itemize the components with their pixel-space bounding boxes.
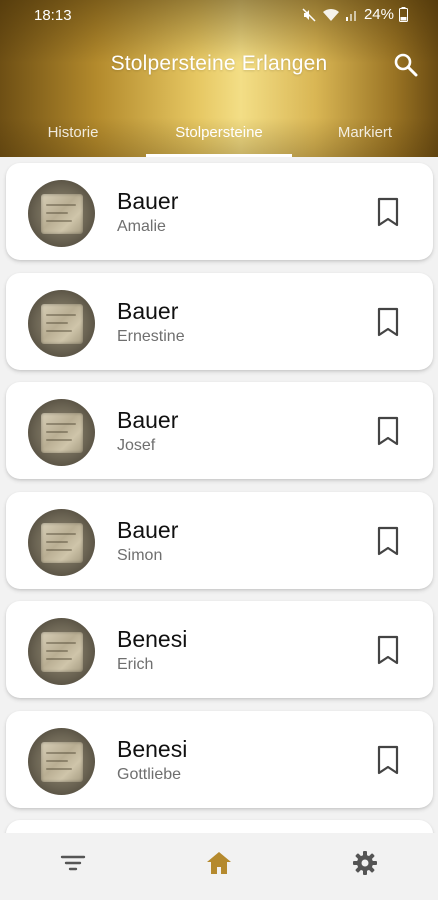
- bookmark-icon: [373, 416, 403, 451]
- list-item[interactable]: Bauer Amalie: [6, 163, 433, 260]
- tab-markiert[interactable]: Markiert: [292, 108, 438, 157]
- last-name: Benesi: [117, 626, 188, 652]
- first-name: Josef: [117, 437, 156, 454]
- tab-stolpersteine[interactable]: Stolpersteine: [146, 108, 292, 157]
- last-name: Bauer: [117, 188, 179, 214]
- bookmark-button[interactable]: [373, 196, 403, 228]
- tab-bar: Historie Stolpersteine Markiert: [0, 108, 438, 157]
- stone-photo: [28, 509, 95, 576]
- list-item[interactable]: Bauer Ernestine: [6, 273, 433, 370]
- stone-photo: [28, 180, 95, 247]
- list-item-partial[interactable]: [6, 820, 433, 833]
- bookmark-button[interactable]: [373, 415, 403, 447]
- wifi-icon: [322, 7, 340, 23]
- search-button[interactable]: [390, 49, 422, 81]
- search-icon: [390, 53, 422, 85]
- filter-button[interactable]: [51, 845, 95, 885]
- filter-icon: [60, 853, 86, 878]
- last-name: Bauer: [117, 407, 179, 433]
- list-item[interactable]: Benesi Gottliebe: [6, 711, 433, 808]
- first-name: Ernestine: [117, 328, 185, 345]
- settings-icon: [351, 849, 379, 882]
- last-name: Bauer: [117, 298, 179, 324]
- first-name: Gottliebe: [117, 766, 182, 783]
- battery-icon: [399, 7, 408, 22]
- stone-photo: [28, 728, 95, 795]
- list-item[interactable]: Benesi Erich: [6, 601, 433, 698]
- bookmark-button[interactable]: [373, 744, 403, 776]
- first-name: Amalie: [117, 218, 166, 235]
- bookmark-icon: [373, 745, 403, 780]
- bookmark-button[interactable]: [373, 525, 403, 557]
- stolpersteine-list[interactable]: Bauer Amalie Bauer Ernestine Bauer Josef…: [0, 157, 438, 833]
- bookmark-icon: [373, 307, 403, 342]
- list-item[interactable]: Bauer Simon: [6, 492, 433, 589]
- stone-photo: [28, 618, 95, 685]
- bookmark-icon: [373, 635, 403, 670]
- bottom-navigation: [0, 833, 438, 900]
- last-name: Benesi: [117, 736, 188, 762]
- list-item[interactable]: Bauer Josef: [6, 382, 433, 479]
- bookmark-icon: [373, 197, 403, 232]
- bookmark-icon: [373, 526, 403, 561]
- mute-icon: [301, 7, 317, 23]
- bookmark-button[interactable]: [373, 634, 403, 666]
- status-icons: 24%: [301, 6, 408, 23]
- signal-icon: [345, 8, 359, 22]
- first-name: Erich: [117, 656, 154, 673]
- tab-indicator: [146, 154, 292, 157]
- last-name: Bauer: [117, 517, 179, 543]
- stone-photo: [28, 290, 95, 357]
- settings-button[interactable]: [343, 845, 387, 885]
- home-icon: [205, 850, 233, 881]
- status-bar: 18:13 24%: [0, 0, 438, 30]
- page-title: Stolpersteine Erlangen: [110, 52, 328, 75]
- battery-level: 24%: [363, 6, 394, 23]
- first-name: Simon: [117, 547, 163, 564]
- bookmark-button[interactable]: [373, 306, 403, 338]
- stone-photo: [28, 399, 95, 466]
- home-button[interactable]: [197, 845, 241, 885]
- tab-historie[interactable]: Historie: [0, 108, 146, 157]
- status-time: 18:13: [34, 7, 72, 24]
